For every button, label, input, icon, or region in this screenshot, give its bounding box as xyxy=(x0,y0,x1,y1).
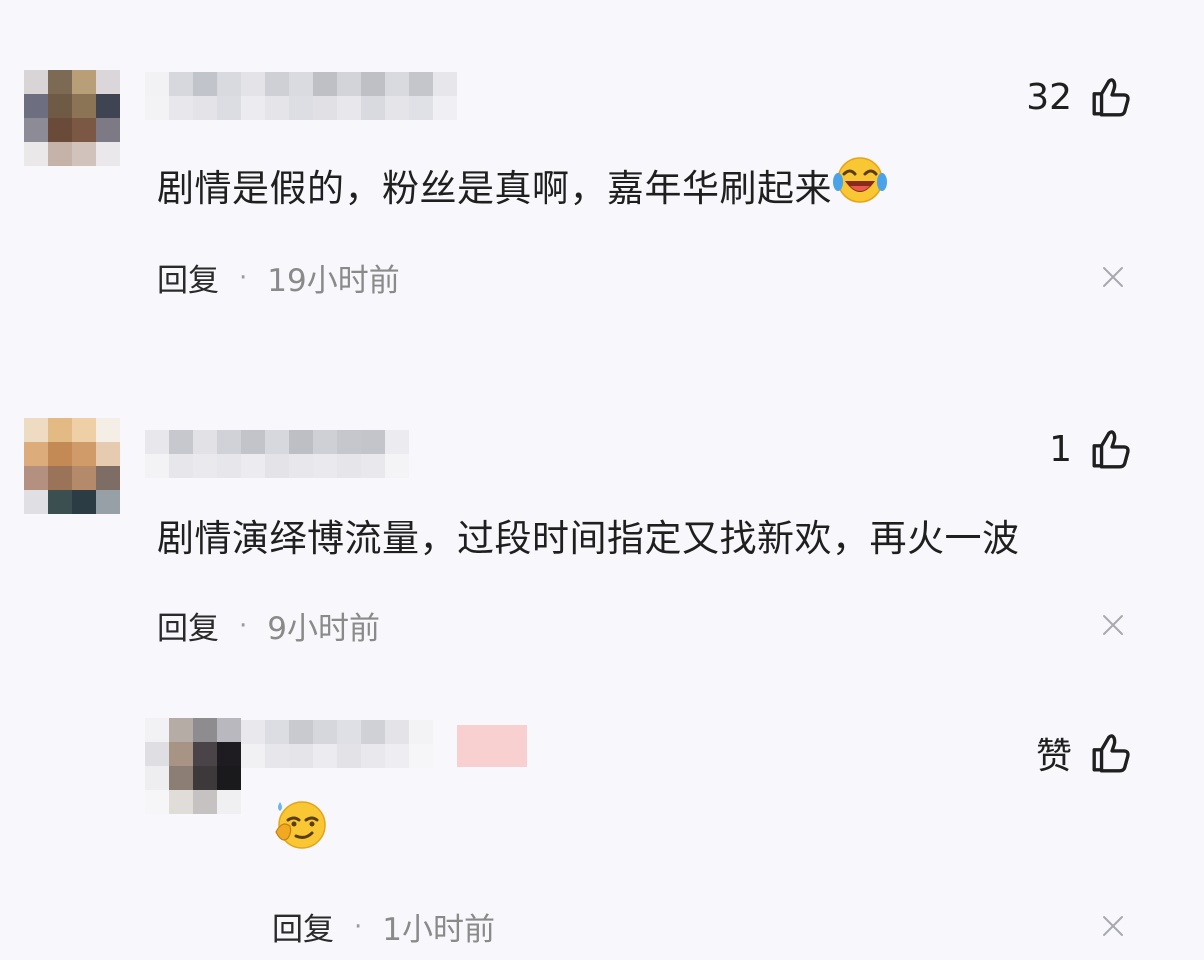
reply-button[interactable]: 回复 xyxy=(157,255,219,300)
close-icon[interactable] xyxy=(1101,613,1125,637)
thumbs-up-icon xyxy=(1092,734,1130,773)
comment-text: 剧情演绎博流量，过段时间指定又找新欢，再火一波 xyxy=(157,517,1020,560)
close-icon[interactable] xyxy=(1101,914,1125,938)
timestamp: 9小时前 xyxy=(267,611,380,647)
like-count: 32 xyxy=(1026,76,1072,118)
comment-text: 剧情是假的，粉丝是真啊，嘉年华刷起来 xyxy=(157,154,888,215)
timestamp: 1小时前 xyxy=(382,912,495,948)
laughing-emoji-icon xyxy=(832,154,888,215)
like-label: 赞 xyxy=(1035,736,1072,777)
avatar[interactable] xyxy=(24,70,120,166)
comment-text xyxy=(272,798,330,861)
like-count: 1 xyxy=(1049,428,1072,470)
separator-dot: · xyxy=(239,610,248,641)
like-button[interactable]: 1 xyxy=(1049,428,1132,470)
comment-meta: 回复 · 9小时前 xyxy=(157,603,380,648)
smirk-emoji-icon xyxy=(272,798,330,861)
thumbs-up-icon xyxy=(1092,78,1130,117)
user-badge xyxy=(457,725,527,767)
close-icon[interactable] xyxy=(1101,265,1125,289)
username[interactable] xyxy=(241,720,433,768)
like-button[interactable]: 32 xyxy=(1026,76,1132,118)
username[interactable] xyxy=(145,72,457,120)
comment-meta: 回复 · 1小时前 xyxy=(272,904,495,949)
timestamp: 19小时前 xyxy=(267,263,400,299)
like-button[interactable]: 赞 xyxy=(1036,727,1132,779)
username[interactable] xyxy=(145,430,409,478)
reply-button[interactable]: 回复 xyxy=(272,904,334,949)
separator-dot: · xyxy=(354,911,363,942)
avatar[interactable] xyxy=(24,418,120,514)
comment-meta: 回复 · 19小时前 xyxy=(157,255,400,300)
avatar[interactable] xyxy=(145,718,241,814)
thumbs-up-icon xyxy=(1092,430,1130,469)
separator-dot: · xyxy=(239,262,248,293)
reply-button[interactable]: 回复 xyxy=(157,603,219,648)
